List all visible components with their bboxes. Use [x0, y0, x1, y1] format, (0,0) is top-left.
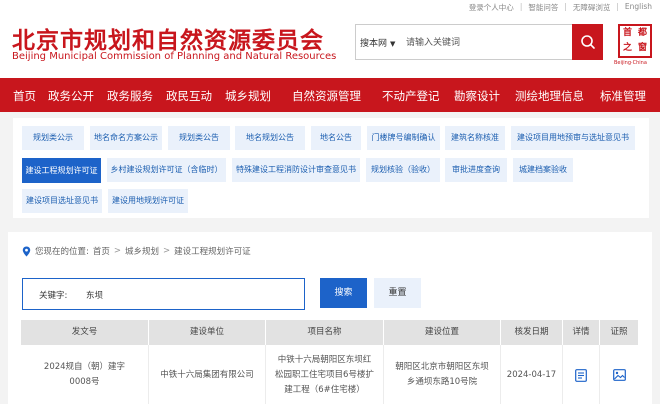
keyword-input[interactable]: 东坝 — [86, 289, 103, 301]
cell-location: 朝阳区北京市朝阳区东坝乡通坝东路10号院 — [384, 345, 501, 404]
nav-public-interaction[interactable]: 政民互动 — [166, 88, 212, 104]
chevron-down-icon: ▼ — [390, 40, 396, 48]
breadcrumb-planning[interactable]: 城乡规划 — [125, 245, 159, 257]
category-button[interactable]: 门楼牌号编制确认 — [367, 126, 440, 150]
nav-natural-resources[interactable]: 自然资源管理 — [292, 88, 361, 104]
nav-home[interactable]: 首页 — [13, 88, 36, 104]
nav-gov-affairs-open[interactable]: 政务公开 — [48, 88, 94, 104]
category-button[interactable]: 乡村建设规划许可证（含临时） — [107, 158, 226, 182]
column-header-detail: 详情 — [563, 320, 600, 345]
cell-doc-no: 2024规自（朝）建字0008号 — [21, 345, 149, 404]
breadcrumb-current: 建设工程规划许可证 — [174, 247, 251, 257]
search-icon — [580, 35, 595, 49]
site-title-en: Beijing Municipal Commission of Planning… — [12, 51, 337, 62]
search-scope-select[interactable]: 搜本网 ▼ — [360, 36, 395, 49]
keyword-label: 关键字: — [39, 291, 68, 301]
category-button[interactable]: 地名规划公告 — [235, 126, 305, 150]
category-panel: 规划类公示 地名命名方案公示 规划类公告 地名规划公告 地名公告 门楼牌号编制确… — [13, 118, 649, 218]
logo-char: 都 — [637, 28, 647, 38]
column-header-location: 建设位置 — [384, 320, 501, 345]
nav-survey-design[interactable]: 勘察设计 — [454, 88, 500, 104]
category-button[interactable]: 特殊建设工程消防设计审查意见书 — [232, 158, 360, 182]
breadcrumb-separator: > — [163, 246, 171, 256]
top-link-qa[interactable]: 智能问答 — [528, 2, 558, 13]
category-button[interactable]: 地名公告 — [311, 126, 361, 150]
nav-urban-rural-planning[interactable]: 城乡规划 — [225, 88, 271, 104]
column-header-license: 证照 — [610, 327, 628, 337]
reset-button[interactable]: 重置 — [374, 278, 421, 308]
nav-standards[interactable]: 标准管理 — [600, 88, 646, 104]
breadcrumb-home[interactable]: 首页 — [93, 245, 110, 257]
site-search: 搜本网 ▼ — [355, 24, 603, 60]
logo-subtitle: Beijing·China — [614, 60, 647, 66]
search-scope-label: 搜本网 — [360, 39, 388, 49]
cell-unit: 中铁十六局集团有限公司 — [149, 345, 266, 404]
capital-window-logo[interactable]: 首 都 之 窗 — [618, 24, 652, 58]
search-button[interactable] — [572, 24, 603, 60]
category-button[interactable]: 规划类公告 — [168, 126, 230, 150]
category-button[interactable]: 地名命名方案公示 — [90, 126, 162, 150]
column-header-doc-no: 发文号 — [21, 320, 149, 345]
cell-detail — [563, 345, 600, 404]
column-header-date: 核发日期 — [501, 320, 563, 345]
cell-project: 中铁十六局朝阳区东坝红松园职工住宅项目6号楼扩建工程（6#住宅楼） — [266, 345, 384, 404]
logo-char: 窗 — [637, 43, 647, 53]
site-title[interactable]: 北京市规划和自然资源委员会 — [12, 21, 324, 55]
logo-char: 之 — [622, 43, 632, 53]
category-button[interactable]: 建设项目选址意见书 — [22, 189, 102, 213]
nav-real-estate-registration[interactable]: 不动产登记 — [382, 88, 440, 104]
category-button-active[interactable]: 建设工程规划许可证 — [22, 158, 101, 183]
top-link-login[interactable]: 登录个人中心 — [469, 2, 514, 13]
search-submit-button[interactable]: 搜索 — [320, 278, 367, 308]
keyword-filter[interactable]: 关键字: 东坝 — [22, 278, 305, 310]
table-header: 发文号 建设单位 项目名称 建设位置 核发日期 详情 证照 — [21, 320, 638, 345]
top-link-accessibility[interactable]: 无障碍浏览 — [573, 2, 611, 13]
category-button[interactable]: 规划类公示 — [22, 126, 84, 150]
cell-date: 2024-04-17 — [501, 345, 563, 404]
category-button[interactable]: 城建档案验收 — [513, 158, 573, 182]
category-button[interactable]: 建设用地规划许可证 — [108, 189, 188, 213]
category-button[interactable]: 规划核验（验收） — [366, 158, 440, 182]
logo-char: 首 — [622, 28, 632, 38]
top-link-english[interactable]: English — [625, 2, 652, 13]
content-panel: 您现在的位置: 首页 > 城乡规划 > 建设工程规划许可证 关键字: 东坝 搜索… — [8, 232, 652, 404]
breadcrumb: 您现在的位置: 首页 > 城乡规划 > 建设工程规划许可证 — [22, 245, 251, 257]
category-button[interactable]: 审批进度查询 — [445, 158, 507, 182]
detail-document-icon[interactable] — [575, 368, 587, 382]
divider: | — [564, 2, 567, 11]
search-input[interactable] — [406, 31, 566, 55]
divider: | — [616, 2, 619, 11]
divider: | — [519, 2, 523, 11]
site-header: 北京市规划和自然资源委员会 Beijing Municipal Commissi… — [0, 14, 660, 78]
table-row: 2024规自（朝）建字0008号 中铁十六局集团有限公司 中铁十六局朝阳区东坝红… — [21, 345, 638, 404]
breadcrumb-separator: > — [113, 246, 122, 256]
top-links: 登录个人中心 | 智能问答 | 无障碍浏览 | English — [469, 2, 652, 13]
main-nav: 首页 政务公开 政务服务 政民互动 城乡规划 自然资源管理 不动产登记 勘察设计… — [0, 78, 660, 112]
cell-license — [600, 345, 638, 404]
license-image-icon[interactable] — [612, 369, 626, 381]
column-header-project: 项目名称 — [266, 320, 384, 345]
category-button[interactable]: 建筑名称核准 — [445, 126, 505, 150]
column-header-unit: 建设单位 — [149, 320, 266, 345]
category-button[interactable]: 建设项目用地预审与选址意见书 — [511, 126, 635, 150]
top-bar: 登录个人中心 | 智能问答 | 无障碍浏览 | English — [0, 0, 660, 14]
breadcrumb-label: 您现在的位置: — [35, 247, 89, 257]
nav-surveying-mapping[interactable]: 测绘地理信息 — [515, 88, 584, 104]
nav-gov-services[interactable]: 政务服务 — [107, 88, 153, 104]
location-pin-icon — [22, 246, 31, 256]
